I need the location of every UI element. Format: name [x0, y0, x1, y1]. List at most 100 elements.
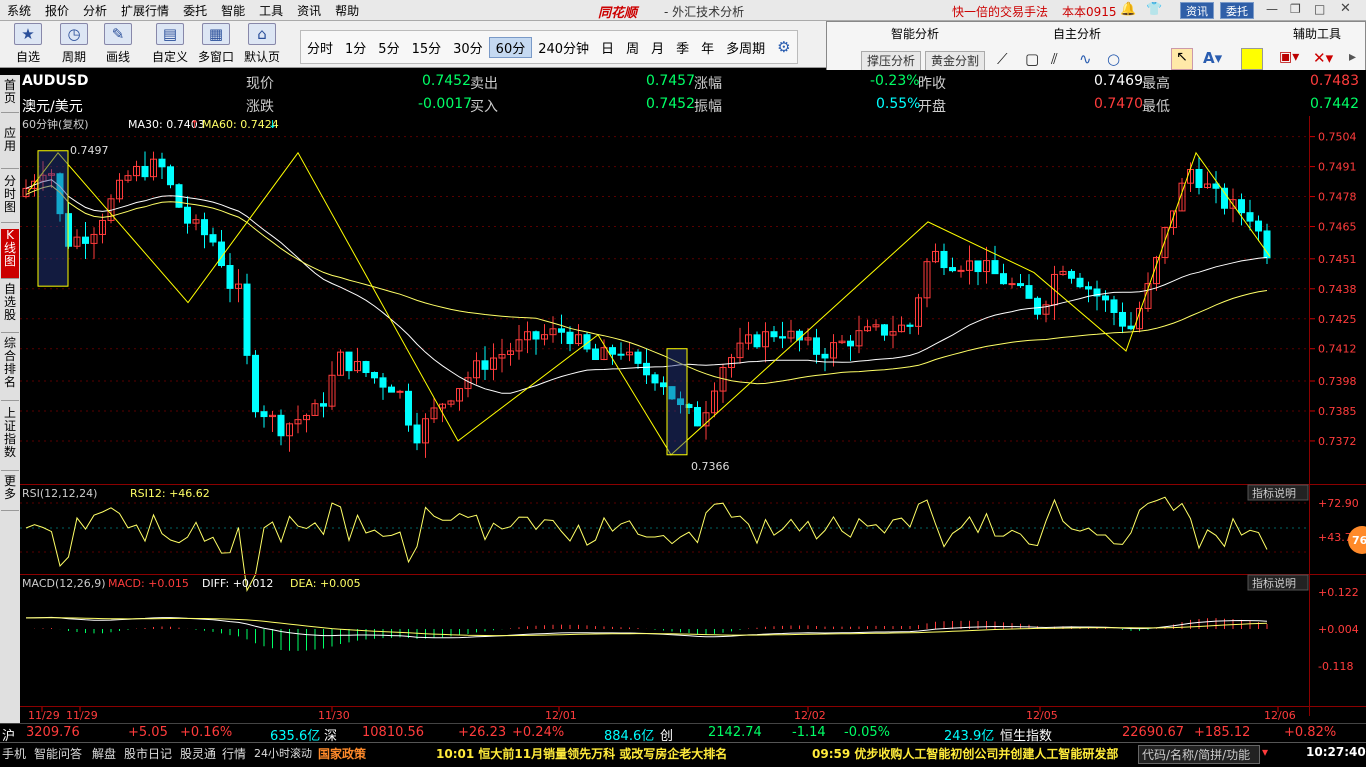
- restore-icon[interactable]: ❐: [1290, 2, 1301, 16]
- delete-drawing-icon[interactable]: ✕▾: [1313, 49, 1333, 67]
- sidebar-tab-ranking[interactable]: 综合排名: [1, 337, 19, 401]
- period-quarter[interactable]: 季: [670, 38, 695, 57]
- sidebar-tab-apps[interactable]: 应用: [1, 127, 19, 169]
- news-ticker-2[interactable]: 09:59 优步收购人工智能初创公司并创建人工智能研发部: [812, 745, 1118, 762]
- smart-analysis-header[interactable]: 智能分析: [891, 25, 939, 42]
- candle-body: [813, 337, 820, 355]
- period-selector: 分时 1分 5分 15分 30分 60分 240分钟 日 周 月 季 年 多周期…: [300, 30, 798, 64]
- period-month[interactable]: 月: [645, 38, 670, 57]
- period-60min[interactable]: 60分: [488, 36, 533, 58]
- task-market[interactable]: 行情: [222, 745, 246, 762]
- news-button[interactable]: 资讯: [1180, 2, 1214, 19]
- sidebar-tab-more[interactable]: 更多: [1, 475, 19, 511]
- sidebar-tab-kline[interactable]: K线图: [1, 229, 19, 279]
- gear-icon[interactable]: ⚙: [771, 38, 796, 56]
- save-drawing-icon[interactable]: ▣▾: [1279, 49, 1299, 65]
- period-240min[interactable]: 240分钟: [532, 38, 595, 57]
- menu-quote[interactable]: 报价: [38, 2, 76, 19]
- menu-help[interactable]: 帮助: [328, 2, 366, 19]
- custom-tool[interactable]: ▤ 自定义: [148, 23, 192, 65]
- period-day[interactable]: 日: [595, 38, 620, 57]
- period-30min[interactable]: 30分: [447, 38, 489, 57]
- aux-tools-header[interactable]: 辅助工具: [1293, 25, 1341, 42]
- bell-icon[interactable]: 🔔: [1120, 2, 1136, 17]
- bottom-taskbar: 手机 智能问答 解盘 股市日记 股灵通 行情 24小时滚动 国家政策 10:01…: [0, 742, 1366, 767]
- quote-label-change: 涨跌: [246, 99, 274, 115]
- color-swatch[interactable]: [1241, 48, 1263, 70]
- golden-section-button[interactable]: 黄金分割: [925, 51, 986, 71]
- period-year[interactable]: 年: [695, 38, 720, 57]
- period-timeline[interactable]: 分时: [301, 38, 339, 57]
- minimize-icon[interactable]: —: [1266, 2, 1278, 16]
- search-input[interactable]: 代码/名称/简拼/功能: [1138, 745, 1260, 764]
- period-15min[interactable]: 15分: [406, 38, 448, 57]
- quote-value-high: 0.7483: [1310, 73, 1359, 89]
- line-tool-icon[interactable]: ⟋: [997, 50, 1008, 68]
- menu-analysis[interactable]: 分析: [76, 2, 114, 19]
- slogan-link[interactable]: 快一倍的交易手法: [952, 3, 1048, 20]
- time-tick-label: 12/02: [794, 709, 826, 722]
- cursor-icon[interactable]: ↖: [1171, 48, 1193, 70]
- menu-extended[interactable]: 扩展行情: [114, 2, 176, 19]
- sidebar-tab-shanghai[interactable]: 上证指数: [1, 407, 19, 471]
- sidebar-tab-home[interactable]: 首页: [1, 79, 19, 113]
- task-24h-scroll[interactable]: 24小时滚动: [254, 745, 312, 761]
- circle-tool-icon[interactable]: ○: [1107, 50, 1120, 68]
- sidebar-tab-timeline[interactable]: 分时图: [1, 175, 19, 223]
- search-dropdown-icon[interactable]: ▾: [1262, 745, 1268, 759]
- custom-layout-icon: ▤: [156, 23, 184, 45]
- news-ticker-1[interactable]: 10:01 恒大前11月销量领先万科 或改写房企老大排名: [436, 745, 727, 762]
- parallel-tool-icon[interactable]: ⫽: [1051, 50, 1058, 68]
- menu-news[interactable]: 资讯: [290, 2, 328, 19]
- task-mobile[interactable]: 手机: [2, 745, 26, 762]
- more-tools-icon[interactable]: ▸: [1349, 49, 1356, 65]
- period-1min[interactable]: 1分: [339, 38, 372, 57]
- draw-tool[interactable]: ✎ 画线: [98, 23, 138, 65]
- menu-tools[interactable]: 工具: [252, 2, 290, 19]
- rect-tool-icon[interactable]: ▢: [1025, 50, 1039, 68]
- self-analysis-header[interactable]: 自主分析: [1053, 25, 1101, 42]
- rsi-explain-button[interactable]: 指标说明: [1252, 486, 1296, 500]
- quote-value-prev-close: 0.7469: [1094, 73, 1143, 89]
- period-5min[interactable]: 5分: [372, 38, 405, 57]
- wave-tool-icon[interactable]: ∿: [1079, 50, 1092, 68]
- candle-body: [405, 390, 412, 426]
- candle-body: [1263, 230, 1271, 259]
- macd-explain-button[interactable]: 指标说明: [1252, 576, 1296, 590]
- maximize-icon[interactable]: □: [1314, 2, 1325, 16]
- time-tick-label: 11/29: [66, 709, 98, 722]
- multi-window-tool[interactable]: ▦ 多窗口: [196, 23, 236, 65]
- watchlist-tool[interactable]: ★ 自选: [8, 23, 48, 65]
- sidebar-tab-watchlist[interactable]: 自选股: [1, 283, 19, 333]
- task-smart-qa[interactable]: 智能问答: [34, 745, 82, 762]
- period-tool[interactable]: ◷ 周期: [54, 23, 94, 65]
- high-annotation: 0.7497: [70, 144, 109, 157]
- candle-body: [1110, 299, 1118, 313]
- candle-body: [558, 328, 565, 333]
- quote-label-change-pct: 涨幅: [694, 76, 722, 92]
- text-tool-icon[interactable]: A▾: [1203, 49, 1222, 67]
- account-name[interactable]: 本本0915: [1062, 3, 1117, 20]
- menu-system[interactable]: 系统: [0, 2, 38, 19]
- rsi-value: RSI12: +46.62: [130, 487, 210, 500]
- shirt-icon[interactable]: 👕: [1146, 2, 1162, 17]
- support-resistance-button[interactable]: 撑压分析: [861, 51, 922, 71]
- task-diary[interactable]: 股市日记: [124, 745, 172, 762]
- menu-trade[interactable]: 委托: [176, 2, 214, 19]
- candle-body: [1221, 187, 1228, 209]
- kline-chart[interactable]: 0.7504 0.7491 0.7478 0.7465 0.7451 0.7438 0.74…: [20, 116, 1366, 723]
- candle-body: [753, 334, 761, 348]
- period-multi[interactable]: 多周期: [720, 38, 771, 57]
- menu-smart[interactable]: 智能: [214, 2, 252, 19]
- task-stock-tips[interactable]: 股灵通: [180, 745, 216, 762]
- close-icon[interactable]: ✕: [1340, 1, 1351, 16]
- candle-body: [1238, 199, 1245, 214]
- app-title: - 外汇技术分析: [664, 5, 745, 19]
- candle-body: [277, 414, 285, 437]
- trade-button[interactable]: 委托: [1220, 2, 1254, 19]
- candle-body: [413, 424, 421, 444]
- task-commentary[interactable]: 解盘: [92, 745, 116, 762]
- task-policy[interactable]: 国家政策: [318, 745, 366, 762]
- period-week[interactable]: 周: [620, 38, 645, 57]
- default-page-tool[interactable]: ⌂ 默认页: [242, 23, 282, 65]
